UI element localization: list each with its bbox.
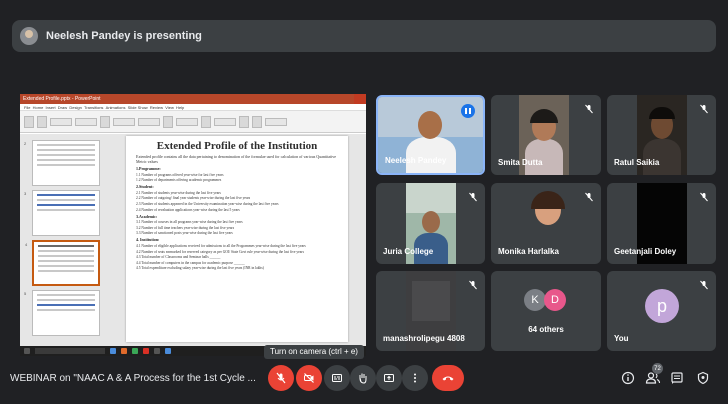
participant-initial: K [524,289,546,311]
participant-initial: D [544,289,566,311]
slide-title: Extended Profile of the Institution [156,140,318,152]
slide-thumbnail-selected[interactable]: 4 [25,240,100,286]
slide-thumbnails: 2 3 4 5 [22,136,102,344]
slide-line: 2.4 Number of revaluation applications y… [136,207,240,212]
slide-line: 3.2 Number of full time teachers year-wi… [136,225,235,230]
participant-count-badge: 72 [652,363,663,374]
slide-line: 4.4 Total number of computers in the cam… [136,260,245,265]
mic-off-icon [469,280,477,290]
activities-icon [697,371,709,385]
slide-thumbnail[interactable]: 5 [24,290,100,336]
camera-tooltip: Turn on camera (ctrl + e) [264,345,364,359]
chat-icon [671,372,683,384]
current-slide: Extended Profile of the Institution Exte… [126,136,348,342]
mic-off-icon [700,192,708,202]
slide-line: 1.2 Number of departments offering acade… [136,178,222,183]
slide-section-heading: 3.Academic: [136,213,158,219]
raise-hand-icon [359,373,367,384]
ppt-ribbon [20,111,366,133]
slide-thumbnail[interactable]: 2 [24,140,100,186]
others-count-label: 64 others [528,325,564,334]
slide-line: 4.2 Number of seats earmarked for reserv… [136,249,304,254]
camera-off-icon [304,373,314,383]
more-options-icon [414,373,416,383]
slide-line: 4.3 Total number of Classrooms and Semin… [136,255,221,260]
slide-line: 1.1 Number of programs offered year-wise… [136,172,224,177]
participant-name: Smita Dutta [498,158,543,167]
mic-off-icon [700,280,708,290]
participant-tile[interactable]: Geetanjali Doley [607,183,716,264]
slide-line: 2.1 Number of students year-wise during … [136,190,221,195]
slide-line: 3.1 Number of courses in all programs ye… [136,220,243,225]
slide-section-heading: 1.Programme: [136,166,161,171]
slide-section-heading: 4. Institution: [136,237,160,243]
meeting-details-button[interactable] [619,369,637,387]
participant-tile[interactable]: Neelesh Pandey [376,95,485,175]
self-avatar: p [645,289,679,323]
participant-tile[interactable]: Juria College [376,183,485,264]
slide-line: 2.3 Number of students appeared in the U… [136,201,279,206]
presenter-avatar [20,27,38,45]
slide-line: 4.5 Total expenditure excluding salary y… [136,266,264,271]
mic-toggle-button[interactable] [268,365,294,391]
slide-thumbnail[interactable]: 3 [24,190,100,236]
present-button[interactable] [376,365,402,391]
participant-name: Neelesh Pandey [385,156,447,165]
slide-intro: Extended profile contains all the data p… [136,154,337,164]
present-icon [384,374,394,382]
end-call-icon [442,376,454,381]
self-tile[interactable]: p You [607,271,716,351]
more-options-button[interactable] [402,365,428,391]
captions-icon [332,374,342,382]
mic-off-icon [700,104,708,114]
participant-tile[interactable]: Monika Harlalka [491,183,601,264]
slide-line: 4.1 Number of eligible applications rece… [136,243,306,248]
participant-tile[interactable]: Smita Dutta [491,95,601,175]
mic-off-icon [585,192,593,202]
ppt-titlebar: Extended Profile.pptx - PowerPoint [20,94,366,104]
end-call-button[interactable] [432,365,464,391]
participant-name: Ratul Saikia [614,158,660,167]
participant-name: Monika Harlalka [498,247,559,256]
meeting-title: WEBINAR on "NAAC A & A Process for the 1… [10,373,256,384]
presenting-banner: Neelesh Pandey is presenting [12,20,716,52]
slide-line: 3.3 Number of sanctioned posts year-wise… [136,231,233,236]
mic-off-icon [276,372,286,384]
presenting-text: Neelesh Pandey is presenting [46,30,202,42]
others-tile[interactable]: K D 64 others [491,271,601,351]
mic-off-icon [585,104,593,114]
meet-window: Neelesh Pandey is presenting Extended Pr… [0,0,728,404]
slide-section-heading: 2.Student: [136,184,154,190]
info-icon [621,371,635,385]
activities-button[interactable] [694,369,712,387]
presentation-stage[interactable]: Extended Profile.pptx - PowerPoint File … [20,94,366,356]
participant-name: Geetanjali Doley [614,247,677,256]
ppt-menu-bar: File Home Insert Draw Design Transitions… [20,104,366,111]
slide-line: 2.2 Number of outgoing/ final year stude… [136,196,251,201]
participant-tile[interactable]: Ratul Saikia [607,95,716,175]
participant-tile[interactable]: manashrolipegu 4808 [376,271,485,351]
captions-button[interactable] [324,365,350,391]
ppt-window-title: Extended Profile.pptx - PowerPoint [23,96,101,102]
participant-name: manashrolipegu 4808 [383,334,465,343]
participant-name: Juria College [383,247,434,256]
raise-hand-button[interactable] [350,365,376,391]
ppt-workspace: 2 3 4 5 Extended Profile of the Institut… [20,134,366,346]
mic-off-icon [469,192,477,202]
speaking-indicator-icon [461,104,475,118]
participant-name: You [614,334,629,343]
camera-toggle-button[interactable] [296,365,322,391]
chat-button[interactable] [668,369,686,387]
